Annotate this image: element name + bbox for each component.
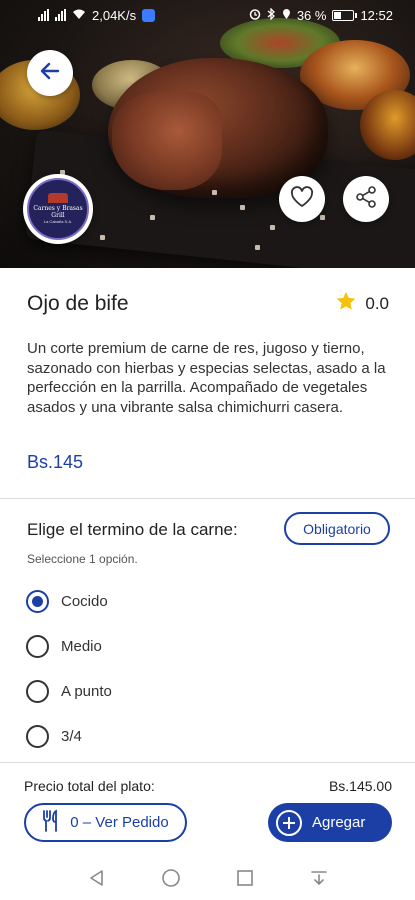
option-label: Medio [61, 638, 102, 655]
option-tres-cuartos[interactable]: 3/4 [26, 725, 82, 748]
option-label: A punto [61, 683, 112, 700]
cutlery-icon [42, 809, 60, 837]
app-notification-icon [142, 8, 156, 22]
signal-icon [38, 9, 49, 21]
bluetooth-icon [267, 6, 276, 23]
required-badge: Obligatorio [284, 512, 390, 545]
wifi-icon [72, 8, 86, 23]
share-icon [354, 185, 378, 214]
add-to-order-button[interactable]: Agregar [268, 803, 392, 842]
nav-recents-icon[interactable] [234, 867, 256, 889]
favorite-button[interactable] [279, 176, 325, 222]
option-group-title: Elige el termino de la carne: [27, 520, 238, 539]
add-label: Agregar [312, 814, 366, 831]
option-medio[interactable]: Medio [26, 635, 102, 658]
dish-header: Ojo de bife 0.0 [27, 290, 389, 317]
view-order-label: 0 – Ver Pedido [70, 814, 169, 831]
location-icon [282, 8, 291, 23]
dish-title: Ojo de bife [27, 291, 129, 315]
view-order-button[interactable]: 0 – Ver Pedido [24, 803, 187, 842]
option-label: 3/4 [61, 728, 82, 745]
plus-icon [276, 809, 302, 836]
battery-percent: 36 % [296, 7, 327, 23]
clock: 12:52 [360, 7, 393, 23]
total-label: Precio total del plato: [24, 778, 155, 794]
radio-selected[interactable] [26, 590, 49, 613]
total-value: Bs.145.00 [328, 778, 392, 794]
restaurant-logo: Carnes y Brasas Grill La Cabaña S.A. [23, 174, 93, 244]
signal-icon [55, 9, 66, 21]
battery-icon [332, 9, 358, 21]
divider [0, 762, 415, 763]
dish-description: Un corte premium de carne de res, jugoso… [27, 340, 386, 416]
nav-notifications-icon[interactable] [308, 867, 330, 889]
back-arrow-icon [38, 59, 62, 88]
option-hint: Seleccione 1 opción. [27, 552, 138, 566]
nav-home-icon[interactable] [160, 867, 182, 889]
dish-price: Bs.145 [27, 452, 84, 472]
option-a-punto[interactable]: A punto [26, 680, 112, 703]
radio-unselected[interactable] [26, 680, 49, 703]
heart-icon [289, 185, 315, 214]
share-button[interactable] [343, 176, 389, 222]
rating-value: 0.0 [365, 293, 389, 313]
network-speed: 2,04K/s [92, 7, 137, 23]
nav-back-icon[interactable] [86, 867, 108, 889]
alarm-icon [249, 8, 261, 23]
back-button[interactable] [27, 50, 73, 96]
option-label: Cocido [61, 593, 108, 610]
radio-unselected[interactable] [26, 635, 49, 658]
option-cocido[interactable]: Cocido [26, 590, 108, 613]
system-nav-bar [0, 855, 415, 900]
radio-unselected[interactable] [26, 725, 49, 748]
divider [0, 498, 415, 499]
rating: 0.0 [335, 290, 389, 317]
star-icon [335, 290, 357, 317]
status-bar: 2,04K/s 36 % 12:52 [0, 0, 415, 30]
